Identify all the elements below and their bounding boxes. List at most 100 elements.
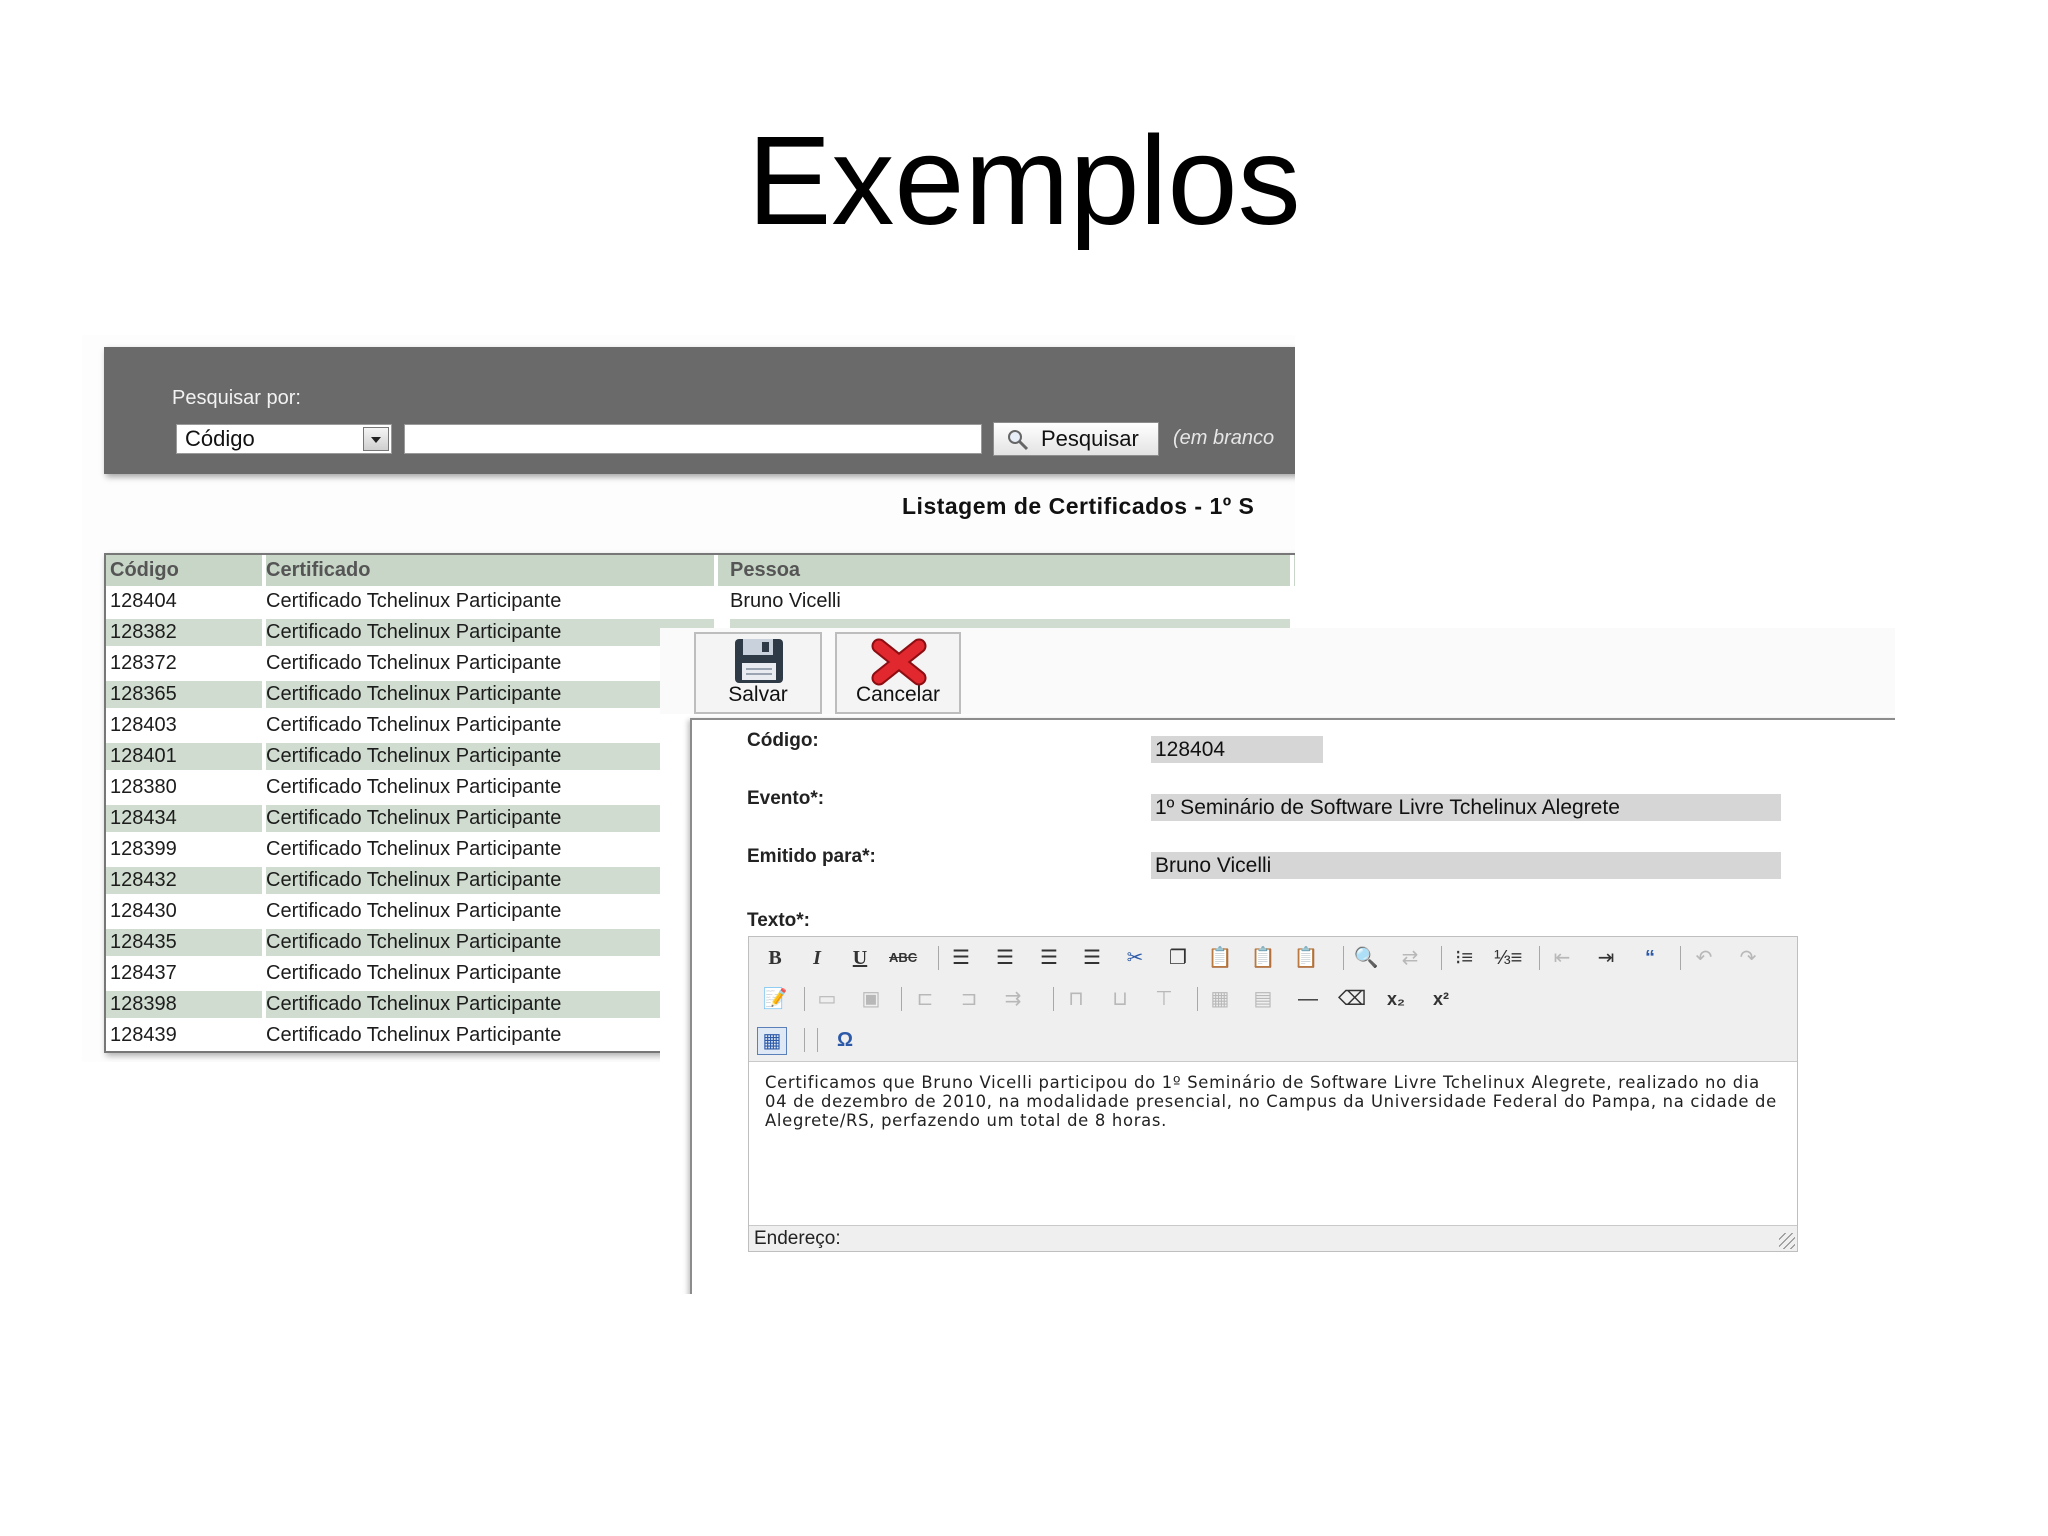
- cell-code: 128404: [110, 590, 177, 612]
- insert-table-icon[interactable]: ▦: [757, 1027, 787, 1055]
- issued-to-field[interactable]: Bruno Vicelli: [1151, 852, 1781, 879]
- cell-certificate: Certificado Tchelinux Participante: [266, 683, 562, 705]
- row-properties-icon[interactable]: ▭: [813, 986, 841, 1012]
- replace-icon[interactable]: ⇄: [1396, 945, 1424, 971]
- strikethrough-icon[interactable]: ABC: [889, 945, 917, 971]
- cell-person: Bruno Vicelli: [730, 590, 841, 612]
- special-character-icon[interactable]: Ω: [831, 1027, 859, 1053]
- find-icon[interactable]: 🔍: [1352, 945, 1380, 971]
- cell-code: 128382: [110, 621, 177, 643]
- list-title: Listagem de Certificados - 1º S: [902, 493, 1255, 519]
- cell-code: 128434: [110, 807, 177, 829]
- editor-toolbar: B I U ABC ☰ ☰ ☰ ☰ ✂ ❐ 📋 📋 📋 🔍 ⇄ ⁝≡ ⅓≡ ⇤ …: [749, 937, 1797, 1062]
- cut-icon[interactable]: ✂: [1121, 945, 1149, 971]
- cell-certificate: Certificado Tchelinux Participante: [266, 714, 562, 736]
- merge-cells-icon[interactable]: ▤: [1249, 986, 1277, 1012]
- insert-row-before-icon[interactable]: ⊏: [911, 986, 939, 1012]
- form-panel: Código: 128404 Evento*: 1º Seminário de …: [690, 718, 1895, 1294]
- bold-icon[interactable]: B: [761, 945, 789, 971]
- search-button[interactable]: Pesquisar: [993, 422, 1159, 456]
- issued-to-label: Emitido para*:: [747, 846, 876, 867]
- cell-code: 128430: [110, 900, 177, 922]
- delete-row-icon[interactable]: ⇉: [999, 986, 1027, 1012]
- cell-code: 128439: [110, 1024, 177, 1046]
- align-left-icon[interactable]: ☰: [947, 945, 975, 971]
- code-field[interactable]: 128404: [1151, 736, 1323, 763]
- column-header-certificate[interactable]: Certificado: [266, 559, 370, 582]
- search-input[interactable]: [404, 424, 982, 454]
- edit-toolbar: Salvar Cancelar: [660, 628, 1895, 714]
- save-button[interactable]: Salvar: [694, 632, 822, 714]
- chevron-down-icon[interactable]: [363, 427, 389, 451]
- copy-icon[interactable]: ❐: [1164, 945, 1192, 971]
- search-field-select[interactable]: Código: [176, 424, 392, 454]
- cell-certificate: Certificado Tchelinux Participante: [266, 776, 562, 798]
- paste-text-icon[interactable]: 📋: [1249, 945, 1277, 971]
- cell-code: 128399: [110, 838, 177, 860]
- superscript-icon[interactable]: x²: [1427, 986, 1455, 1012]
- insert-column-after-icon[interactable]: ⊔: [1106, 986, 1134, 1012]
- cell-code: 128365: [110, 683, 177, 705]
- resize-handle-icon[interactable]: [1779, 1233, 1795, 1249]
- cell-code: 128432: [110, 869, 177, 891]
- cell-certificate: Certificado Tchelinux Participante: [266, 621, 562, 643]
- code-label: Código:: [747, 730, 819, 751]
- search-icon: [1006, 428, 1030, 461]
- cell-certificate: Certificado Tchelinux Participante: [266, 745, 562, 767]
- redo-icon[interactable]: ↷: [1734, 945, 1762, 971]
- text-label: Texto*:: [747, 910, 810, 931]
- bulleted-list-icon[interactable]: ⁝≡: [1450, 945, 1478, 971]
- cell-certificate: Certificado Tchelinux Participante: [266, 838, 562, 860]
- cancel-button-label: Cancelar: [855, 683, 941, 706]
- cell-code: 128372: [110, 652, 177, 674]
- cancel-button[interactable]: Cancelar: [835, 632, 961, 714]
- search-hint: (em branco: [1173, 427, 1275, 449]
- align-right-icon[interactable]: ☰: [1035, 945, 1063, 971]
- cell-certificate: Certificado Tchelinux Participante: [266, 652, 562, 674]
- align-justify-icon[interactable]: ☰: [1078, 945, 1106, 971]
- horizontal-rule-icon[interactable]: —: [1294, 986, 1322, 1012]
- cell-code: 128403: [110, 714, 177, 736]
- paste-icon[interactable]: 📋: [1206, 945, 1234, 971]
- table-header: Código Certificado Pessoa: [106, 555, 1295, 586]
- floppy-disk-icon: [734, 638, 784, 689]
- cell-code: 128401: [110, 745, 177, 767]
- search-label: Pesquisar por:: [172, 387, 301, 409]
- cell-certificate: Certificado Tchelinux Participante: [266, 1024, 562, 1046]
- split-cells-icon[interactable]: ▦: [1206, 986, 1234, 1012]
- save-button-label: Salvar: [728, 683, 788, 706]
- cell-properties-icon[interactable]: ▣: [857, 986, 885, 1012]
- blockquote-icon[interactable]: “: [1636, 945, 1664, 971]
- editor-content[interactable]: Certificamos que Bruno Vicelli participo…: [765, 1073, 1785, 1130]
- column-header-code[interactable]: Código: [110, 559, 179, 582]
- cell-certificate: Certificado Tchelinux Participante: [266, 931, 562, 953]
- cell-code: 128437: [110, 962, 177, 984]
- cell-certificate: Certificado Tchelinux Participante: [266, 590, 562, 612]
- insert-column-before-icon[interactable]: ⊓: [1062, 986, 1090, 1012]
- delete-column-icon[interactable]: ⊤: [1150, 986, 1178, 1012]
- numbered-list-icon[interactable]: ⅓≡: [1494, 945, 1522, 971]
- outdent-icon[interactable]: ⇤: [1548, 945, 1576, 971]
- cell-certificate: Certificado Tchelinux Participante: [266, 962, 562, 984]
- event-field[interactable]: 1º Seminário de Software Livre Tchelinux…: [1151, 794, 1781, 821]
- italic-icon[interactable]: I: [803, 945, 831, 971]
- paste-word-icon[interactable]: 📋: [1292, 945, 1320, 971]
- table-row[interactable]: 128404 Certificado Tchelinux Participante…: [106, 586, 1295, 617]
- subscript-icon[interactable]: x₂: [1382, 986, 1410, 1012]
- editor-path-label: Endereço:: [754, 1228, 841, 1249]
- edit-source-icon[interactable]: 📝: [761, 986, 789, 1012]
- search-select-value: Código: [185, 426, 255, 451]
- insert-row-after-icon[interactable]: ⊐: [955, 986, 983, 1012]
- undo-icon[interactable]: ↶: [1690, 945, 1718, 971]
- align-center-icon[interactable]: ☰: [991, 945, 1019, 971]
- search-panel: Pesquisar por: Código Pesquisar (em bran…: [104, 347, 1295, 474]
- eraser-icon[interactable]: ⌫: [1338, 986, 1366, 1012]
- event-label: Evento*:: [747, 788, 825, 809]
- indent-icon[interactable]: ⇥: [1592, 945, 1620, 971]
- cell-code: 128398: [110, 993, 177, 1015]
- cell-code: 128380: [110, 776, 177, 798]
- underline-icon[interactable]: U: [846, 945, 874, 971]
- cell-code: 128435: [110, 931, 177, 953]
- cell-certificate: Certificado Tchelinux Participante: [266, 869, 562, 891]
- column-header-person[interactable]: Pessoa: [730, 559, 800, 582]
